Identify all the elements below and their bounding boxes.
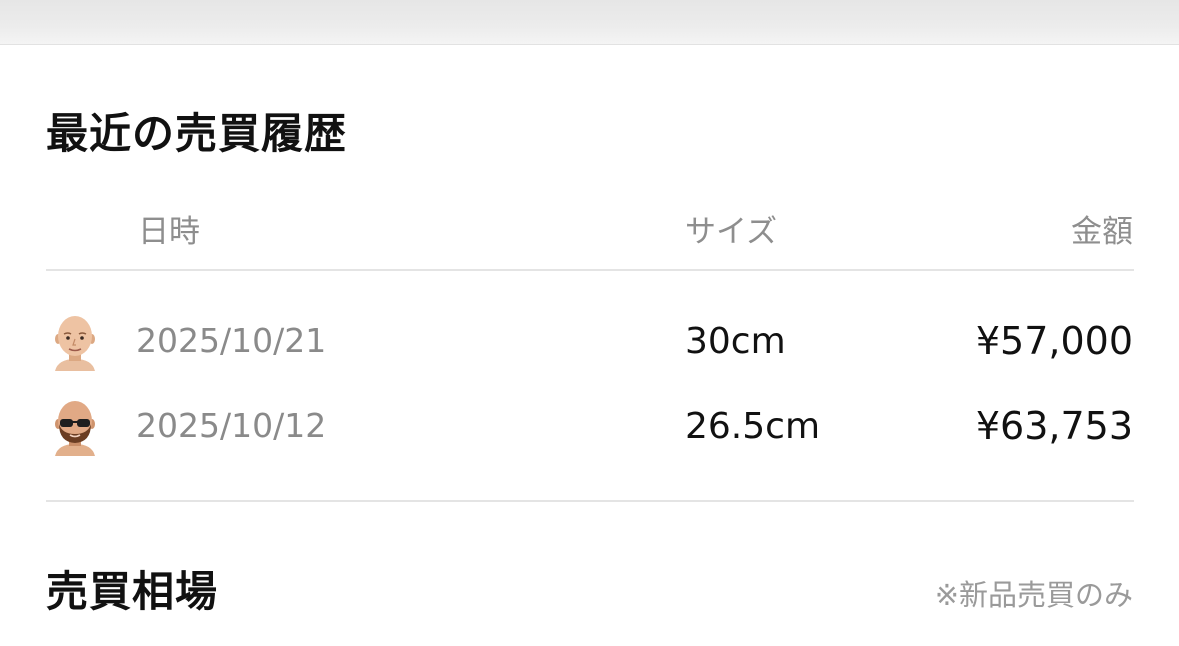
top-header-bar [0,0,1179,45]
bald-man-avatar-icon [50,315,100,371]
new-items-only-note: ※新品売買のみ [934,578,1133,612]
column-header-date: 日時 [138,214,200,250]
trade-date: 2025/10/21 [136,321,327,360]
history-bottom-divider [46,500,1134,502]
trade-size: 30cm [685,321,786,362]
trade-size: 26.5cm [685,406,821,447]
recent-trades-title: 最近の売買履歴 [46,109,348,158]
trade-date: 2025/10/12 [136,406,327,445]
trade-row: 2025/10/21 30cm ¥57,000 [0,307,1179,377]
market-price-title: 売買相場 [46,567,219,616]
bearded-sunglasses-man-avatar-icon [50,400,100,456]
trade-price: ¥57,000 [975,319,1133,363]
column-header-size: サイズ [685,214,778,250]
header-divider [46,269,1134,271]
column-header-price: 金額 [1071,214,1133,250]
trade-price: ¥63,753 [975,404,1133,448]
trade-row: 2025/10/12 26.5cm ¥63,753 [0,392,1179,462]
